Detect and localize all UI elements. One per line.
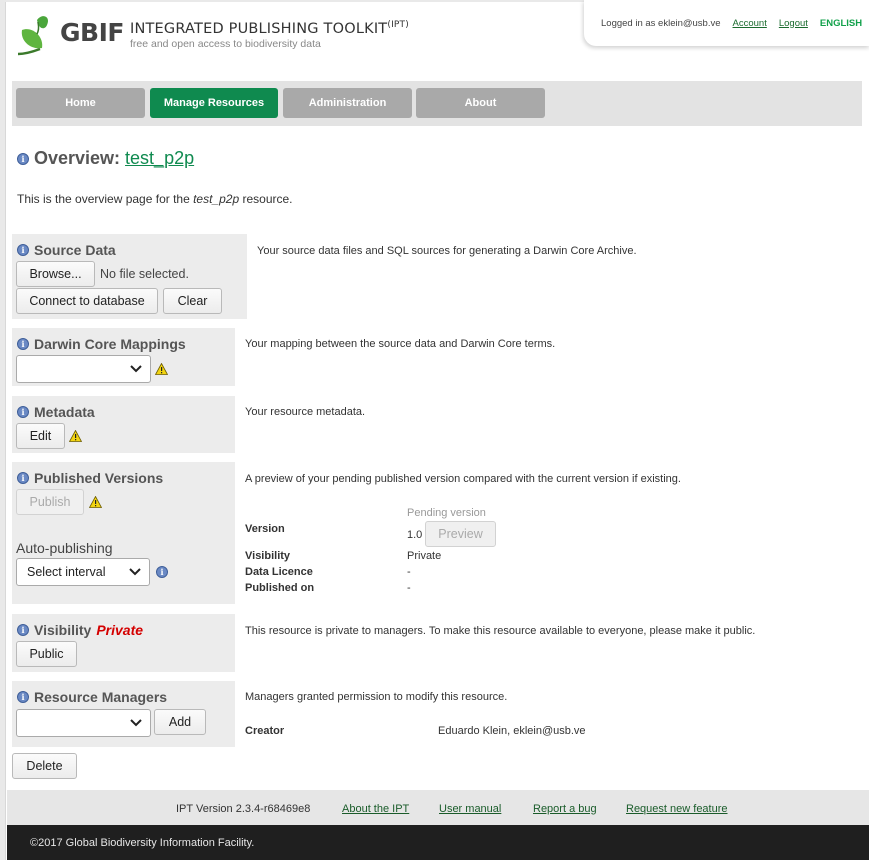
- version-value: 1.0: [407, 529, 423, 541]
- intro-resource: test_p2p: [193, 192, 240, 206]
- mappings-title: Darwin Core Mappings: [34, 336, 186, 352]
- chevron-down-icon: [130, 365, 142, 373]
- source-data-title: Source Data: [34, 242, 116, 258]
- nav-manage-resources[interactable]: Manage Resources: [150, 88, 278, 118]
- licence-label: Data Licence: [245, 566, 313, 578]
- page-title: i Overview: test_p2p: [17, 148, 194, 169]
- visibility-description: This resource is private to managers. To…: [245, 625, 756, 637]
- licence-value: -: [407, 566, 411, 578]
- managers-title: Resource Managers: [34, 689, 168, 705]
- resource-name-link[interactable]: test_p2p: [125, 148, 194, 169]
- info-icon[interactable]: i: [17, 338, 29, 350]
- creator-label: Creator: [245, 725, 285, 737]
- metadata-description: Your resource metadata.: [245, 406, 366, 418]
- report-bug-link[interactable]: Report a bug: [533, 803, 597, 815]
- app-title-text: INTEGRATED PUBLISHING TOOLKIT: [129, 21, 388, 37]
- metadata-heading: i Metadata: [17, 404, 95, 420]
- app-title-sup: (IPT): [387, 20, 409, 30]
- footer-links: IPT Version 2.3.4-r68469e8 About the IPT…: [7, 790, 869, 827]
- login-box: Logged in as eklein@usb.ve Account Logou…: [584, 0, 869, 46]
- visibility-value: Private: [407, 550, 442, 562]
- manager-select[interactable]: [16, 709, 151, 737]
- intro-text: This is the overview page for the test_p…: [17, 192, 293, 206]
- visibility-heading: i Visibility Private: [17, 622, 143, 638]
- managers-description: Managers granted permission to modify th…: [245, 691, 508, 703]
- auto-publishing-label: Auto-publishing: [16, 540, 113, 556]
- chevron-down-icon: [129, 568, 141, 576]
- clear-button[interactable]: Clear: [163, 288, 222, 314]
- browse-button[interactable]: Browse...: [16, 261, 95, 287]
- published-title: Published Versions: [34, 470, 164, 486]
- info-icon[interactable]: i: [17, 691, 29, 703]
- file-status: No file selected.: [100, 267, 189, 281]
- visibility-label: Visibility: [245, 550, 291, 562]
- intro-post: resource.: [239, 192, 293, 206]
- metadata-title: Metadata: [34, 404, 95, 420]
- mappings-description: Your mapping between the source data and…: [245, 338, 556, 350]
- page: GBIF INTEGRATED PUBLISHING TOOLKIT(IPT) …: [5, 0, 869, 860]
- published-on-label: Published on: [245, 582, 315, 594]
- app-title: INTEGRATED PUBLISHING TOOLKIT(IPT): [129, 20, 409, 37]
- copyright-bar: ©2017 Global Biodiversity Information Fa…: [7, 825, 869, 860]
- intro-pre: This is the overview page for the: [17, 192, 194, 206]
- connect-database-button[interactable]: Connect to database: [16, 288, 158, 314]
- preview-button[interactable]: Preview: [425, 521, 496, 547]
- user-manual-link[interactable]: User manual: [439, 803, 501, 815]
- main-nav: Home Manage Resources Administration Abo…: [12, 81, 862, 126]
- version-label: Version: [245, 523, 285, 535]
- info-icon[interactable]: i: [17, 624, 29, 636]
- gbif-leaf-icon: [18, 16, 48, 56]
- metadata-panel: i Metadata Edit: [12, 396, 235, 453]
- managers-heading: i Resource Managers: [17, 689, 167, 705]
- interval-select[interactable]: Select interval: [16, 558, 150, 586]
- published-on-value: -: [407, 582, 411, 594]
- published-heading: i Published Versions: [17, 470, 163, 486]
- interval-select-value: Select interval: [27, 565, 106, 579]
- nav-home[interactable]: Home: [16, 88, 145, 118]
- page-title-heading: Overview:: [34, 148, 121, 168]
- nav-administration[interactable]: Administration: [283, 88, 412, 118]
- nav-about[interactable]: About: [416, 88, 545, 118]
- logout-link[interactable]: Logout: [779, 18, 808, 29]
- ipt-version: IPT Version 2.3.4-r68469e8: [176, 802, 311, 815]
- app-subtitle: free and open access to biodiversity dat…: [129, 38, 321, 50]
- source-data-description: Your source data files and SQL sources f…: [257, 245, 637, 257]
- about-ipt-link[interactable]: About the IPT: [342, 803, 409, 815]
- request-feature-link[interactable]: Request new feature: [626, 803, 728, 815]
- creator-value: Eduardo Klein, eklein@usb.ve: [438, 725, 586, 737]
- pending-version-header: Pending version: [407, 507, 486, 519]
- warning-icon: [155, 363, 168, 375]
- mappings-panel: i Darwin Core Mappings: [12, 328, 235, 386]
- logged-in-text: Logged in as eklein@usb.ve: [601, 17, 721, 29]
- warning-icon: [89, 496, 102, 508]
- info-icon[interactable]: i: [156, 566, 168, 578]
- source-data-heading: i Source Data: [17, 242, 116, 258]
- header-logo[interactable]: GBIF INTEGRATED PUBLISHING TOOLKIT(IPT) …: [18, 14, 409, 56]
- language-selector[interactable]: ENGLISH: [820, 18, 862, 29]
- publish-button[interactable]: Publish: [16, 489, 84, 515]
- mappings-heading: i Darwin Core Mappings: [17, 336, 186, 352]
- header-text: INTEGRATED PUBLISHING TOOLKIT(IPT) free …: [129, 20, 409, 50]
- visibility-title: Visibility: [34, 622, 92, 638]
- brand-name: GBIF: [60, 18, 124, 47]
- info-icon[interactable]: i: [17, 244, 29, 256]
- published-description: A preview of your pending published vers…: [245, 473, 681, 485]
- source-data-panel: i Source Data Browse... No file selected…: [12, 234, 247, 319]
- visibility-status: Private: [96, 622, 144, 638]
- add-manager-button[interactable]: Add: [154, 709, 206, 735]
- visibility-panel: i Visibility Private Public: [12, 614, 235, 672]
- edit-metadata-button[interactable]: Edit: [16, 423, 65, 449]
- warning-icon: [69, 430, 82, 442]
- info-icon[interactable]: i: [17, 152, 29, 165]
- mapping-select[interactable]: [16, 355, 151, 383]
- info-icon[interactable]: i: [17, 472, 29, 484]
- chevron-down-icon: [130, 719, 142, 727]
- delete-button[interactable]: Delete: [12, 753, 77, 779]
- published-panel: i Published Versions Publish Auto-publis…: [12, 462, 235, 604]
- account-link[interactable]: Account: [733, 18, 767, 29]
- make-public-button[interactable]: Public: [16, 641, 77, 667]
- managers-panel: i Resource Managers Add: [12, 681, 235, 747]
- info-icon[interactable]: i: [17, 406, 29, 418]
- copyright-text: ©2017 Global Biodiversity Information Fa…: [30, 836, 255, 849]
